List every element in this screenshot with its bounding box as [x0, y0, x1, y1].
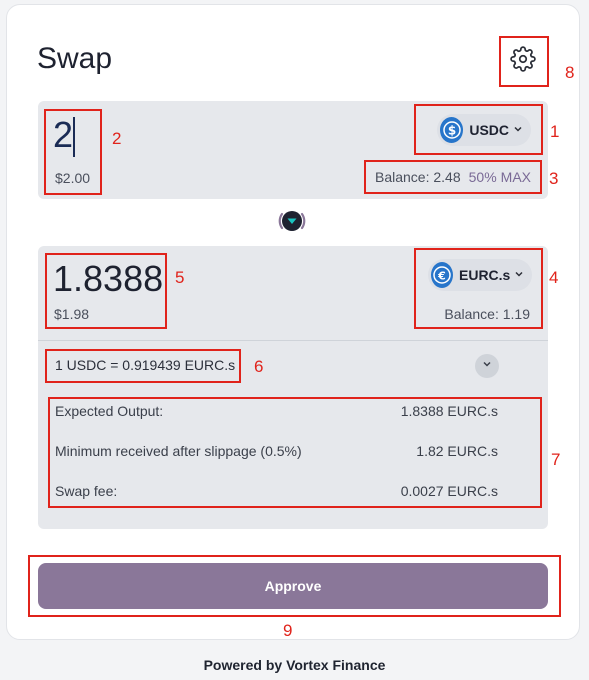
annotation-number-4: 4: [549, 268, 559, 287]
annotation-box-3: [364, 160, 542, 194]
annotation-number-7: 7: [551, 450, 561, 469]
annotation-box-8: [499, 36, 549, 87]
powered-by-footer: Powered by Vortex Finance: [203, 657, 386, 673]
annotation-number-2: 2: [112, 129, 122, 148]
annotation-number-8: 8: [565, 63, 575, 82]
annotation-box-1: [414, 104, 543, 155]
annotation-number-9: 9: [283, 621, 293, 640]
annotation-box-7: [48, 397, 542, 508]
annotation-box-4: [414, 248, 543, 329]
flip-direction-button[interactable]: [274, 207, 310, 239]
chevron-down-icon: [481, 357, 493, 375]
annotation-number-3: 3: [549, 169, 559, 188]
divider: [38, 340, 548, 341]
page-title: Swap: [37, 42, 113, 75]
annotation-box-2: [44, 109, 102, 195]
annotation-box-9: [28, 555, 561, 617]
annotation-number-1: 1: [550, 122, 560, 141]
annotation-box-6: [45, 349, 241, 383]
expand-details-button[interactable]: [475, 354, 499, 378]
annotation-number-5: 5: [175, 268, 185, 287]
swap-direction-icon: [274, 205, 310, 242]
annotation-number-6: 6: [254, 357, 264, 376]
annotation-box-5: [45, 253, 167, 329]
